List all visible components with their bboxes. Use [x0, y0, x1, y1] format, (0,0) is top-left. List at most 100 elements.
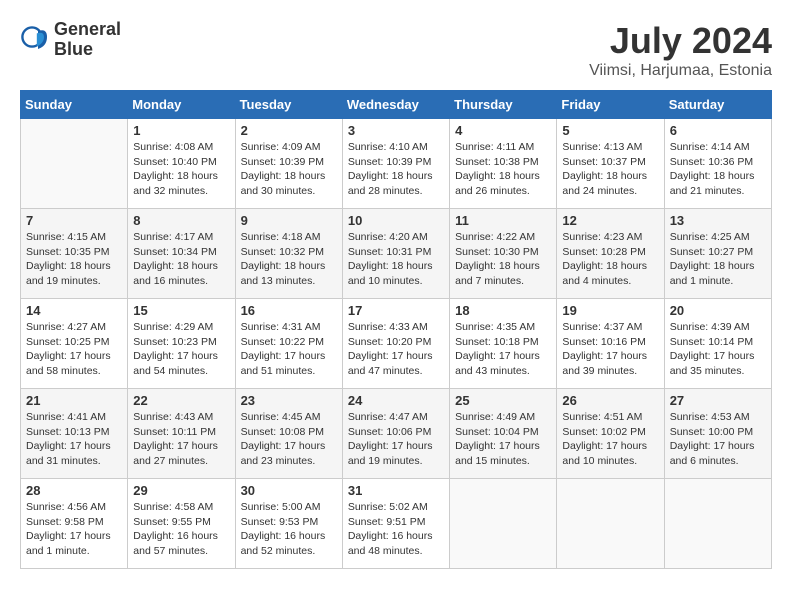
- weekday-header: Thursday: [450, 91, 557, 119]
- month-title: July 2024: [589, 20, 772, 62]
- day-number: 4: [455, 123, 551, 138]
- day-info: Sunrise: 4:11 AM Sunset: 10:38 PM Daylig…: [455, 140, 551, 199]
- calendar-cell: 24 Sunrise: 4:47 AM Sunset: 10:06 PM Dayl…: [342, 389, 449, 479]
- calendar-cell: 12 Sunrise: 4:23 AM Sunset: 10:28 PM Dayl…: [557, 209, 664, 299]
- calendar-cell: 7 Sunrise: 4:15 AM Sunset: 10:35 PM Dayli…: [21, 209, 128, 299]
- calendar-cell: 29 Sunrise: 4:58 AM Sunset: 9:55 PM Dayli…: [128, 479, 235, 569]
- calendar-cell: [557, 479, 664, 569]
- day-info: Sunrise: 5:00 AM Sunset: 9:53 PM Dayligh…: [241, 500, 337, 559]
- day-info: Sunrise: 4:15 AM Sunset: 10:35 PM Daylig…: [26, 230, 122, 289]
- calendar-cell: 15Sunrise: 4:29 AM Sunset: 10:23 PM Dayl…: [128, 299, 235, 389]
- day-number: 21: [26, 393, 122, 408]
- calendar-cell: 8 Sunrise: 4:17 AM Sunset: 10:34 PM Dayli…: [128, 209, 235, 299]
- day-info: Sunrise: 4:47 AM Sunset: 10:06 PM Daylig…: [348, 410, 444, 469]
- day-number: 23: [241, 393, 337, 408]
- calendar-cell: 14 Sunrise: 4:27 AM Sunset: 10:25 PM Dayl…: [21, 299, 128, 389]
- day-info: Sunrise: 4:18 AM Sunset: 10:32 PM Daylig…: [241, 230, 337, 289]
- calendar-cell: 28 Sunrise: 4:56 AM Sunset: 9:58 PM Dayli…: [21, 479, 128, 569]
- day-info: Sunrise: 4:13 AM Sunset: 10:37 PM Daylig…: [562, 140, 658, 199]
- day-number: 29: [133, 483, 229, 498]
- calendar-week-row: 21 Sunrise: 4:41 AM Sunset: 10:13 PM Dayl…: [21, 389, 772, 479]
- page-header: General Blue July 2024 Viimsi, Harjumaa,…: [20, 20, 772, 80]
- day-number: 14: [26, 303, 122, 318]
- day-number: 13: [670, 213, 766, 228]
- calendar-header-row: SundayMondayTuesdayWednesdayThursdayFrid…: [21, 91, 772, 119]
- day-number: 28: [26, 483, 122, 498]
- day-number: 7: [26, 213, 122, 228]
- day-number: 31: [348, 483, 444, 498]
- calendar-cell: [450, 479, 557, 569]
- day-info: Sunrise: 4:10 AM Sunset: 10:39 PM Daylig…: [348, 140, 444, 199]
- weekday-header: Sunday: [21, 91, 128, 119]
- calendar-week-row: 1 Sunrise: 4:08 AM Sunset: 10:40 PM Dayli…: [21, 119, 772, 209]
- calendar-cell: 30 Sunrise: 5:00 AM Sunset: 9:53 PM Dayli…: [235, 479, 342, 569]
- calendar-cell: [664, 479, 771, 569]
- day-number: 24: [348, 393, 444, 408]
- day-info: Sunrise: 4:25 AM Sunset: 10:27 PM Daylig…: [670, 230, 766, 289]
- day-number: 9: [241, 213, 337, 228]
- day-info: Sunrise: 4:56 AM Sunset: 9:58 PM Dayligh…: [26, 500, 122, 559]
- day-info: Sunrise: 4:53 AM Sunset: 10:00 PM Daylig…: [670, 410, 766, 469]
- day-number: 18: [455, 303, 551, 318]
- day-info: Sunrise: 4:23 AM Sunset: 10:28 PM Daylig…: [562, 230, 658, 289]
- calendar-cell: 4 Sunrise: 4:11 AM Sunset: 10:38 PM Dayli…: [450, 119, 557, 209]
- calendar-cell: 3Sunrise: 4:10 AM Sunset: 10:39 PM Dayli…: [342, 119, 449, 209]
- day-number: 20: [670, 303, 766, 318]
- weekday-header: Tuesday: [235, 91, 342, 119]
- day-info: Sunrise: 4:09 AM Sunset: 10:39 PM Daylig…: [241, 140, 337, 199]
- calendar-cell: 6 Sunrise: 4:14 AM Sunset: 10:36 PM Dayli…: [664, 119, 771, 209]
- calendar-cell: 23 Sunrise: 4:45 AM Sunset: 10:08 PM Dayl…: [235, 389, 342, 479]
- day-info: Sunrise: 4:41 AM Sunset: 10:13 PM Daylig…: [26, 410, 122, 469]
- day-info: Sunrise: 4:08 AM Sunset: 10:40 PM Daylig…: [133, 140, 229, 199]
- calendar-week-row: 14 Sunrise: 4:27 AM Sunset: 10:25 PM Dayl…: [21, 299, 772, 389]
- day-info: Sunrise: 4:33 AM Sunset: 10:20 PM Daylig…: [348, 320, 444, 379]
- calendar-cell: 1 Sunrise: 4:08 AM Sunset: 10:40 PM Dayli…: [128, 119, 235, 209]
- calendar-cell: 9 Sunrise: 4:18 AM Sunset: 10:32 PM Dayli…: [235, 209, 342, 299]
- day-info: Sunrise: 4:31 AM Sunset: 10:22 PM Daylig…: [241, 320, 337, 379]
- calendar-cell: 25Sunrise: 4:49 AM Sunset: 10:04 PM Dayl…: [450, 389, 557, 479]
- calendar-cell: 5Sunrise: 4:13 AM Sunset: 10:37 PM Dayli…: [557, 119, 664, 209]
- day-number: 17: [348, 303, 444, 318]
- day-info: Sunrise: 4:43 AM Sunset: 10:11 PM Daylig…: [133, 410, 229, 469]
- day-number: 2: [241, 123, 337, 138]
- logo-icon: [20, 25, 50, 55]
- day-info: Sunrise: 4:45 AM Sunset: 10:08 PM Daylig…: [241, 410, 337, 469]
- day-info: Sunrise: 4:58 AM Sunset: 9:55 PM Dayligh…: [133, 500, 229, 559]
- calendar-cell: 19Sunrise: 4:37 AM Sunset: 10:16 PM Dayl…: [557, 299, 664, 389]
- calendar-cell: 31 Sunrise: 5:02 AM Sunset: 9:51 PM Dayli…: [342, 479, 449, 569]
- calendar-cell: 2 Sunrise: 4:09 AM Sunset: 10:39 PM Dayli…: [235, 119, 342, 209]
- day-number: 30: [241, 483, 337, 498]
- weekday-header: Wednesday: [342, 91, 449, 119]
- day-info: Sunrise: 4:39 AM Sunset: 10:14 PM Daylig…: [670, 320, 766, 379]
- day-info: Sunrise: 5:02 AM Sunset: 9:51 PM Dayligh…: [348, 500, 444, 559]
- day-info: Sunrise: 4:14 AM Sunset: 10:36 PM Daylig…: [670, 140, 766, 199]
- calendar-cell: 22 Sunrise: 4:43 AM Sunset: 10:11 PM Dayl…: [128, 389, 235, 479]
- calendar-week-row: 7 Sunrise: 4:15 AM Sunset: 10:35 PM Dayli…: [21, 209, 772, 299]
- calendar-cell: [21, 119, 128, 209]
- day-number: 10: [348, 213, 444, 228]
- day-info: Sunrise: 4:17 AM Sunset: 10:34 PM Daylig…: [133, 230, 229, 289]
- day-info: Sunrise: 4:35 AM Sunset: 10:18 PM Daylig…: [455, 320, 551, 379]
- calendar-cell: 13 Sunrise: 4:25 AM Sunset: 10:27 PM Dayl…: [664, 209, 771, 299]
- location-subtitle: Viimsi, Harjumaa, Estonia: [589, 62, 772, 80]
- day-number: 27: [670, 393, 766, 408]
- day-number: 12: [562, 213, 658, 228]
- weekday-header: Monday: [128, 91, 235, 119]
- day-info: Sunrise: 4:37 AM Sunset: 10:16 PM Daylig…: [562, 320, 658, 379]
- day-info: Sunrise: 4:22 AM Sunset: 10:30 PM Daylig…: [455, 230, 551, 289]
- weekday-header: Friday: [557, 91, 664, 119]
- day-number: 6: [670, 123, 766, 138]
- calendar-cell: 27 Sunrise: 4:53 AM Sunset: 10:00 PM Dayl…: [664, 389, 771, 479]
- day-number: 1: [133, 123, 229, 138]
- day-number: 22: [133, 393, 229, 408]
- day-info: Sunrise: 4:20 AM Sunset: 10:31 PM Daylig…: [348, 230, 444, 289]
- calendar-cell: 16 Sunrise: 4:31 AM Sunset: 10:22 PM Dayl…: [235, 299, 342, 389]
- day-number: 16: [241, 303, 337, 318]
- calendar-cell: 18 Sunrise: 4:35 AM Sunset: 10:18 PM Dayl…: [450, 299, 557, 389]
- calendar-cell: 11Sunrise: 4:22 AM Sunset: 10:30 PM Dayl…: [450, 209, 557, 299]
- weekday-header: Saturday: [664, 91, 771, 119]
- day-info: Sunrise: 4:27 AM Sunset: 10:25 PM Daylig…: [26, 320, 122, 379]
- calendar-cell: 21 Sunrise: 4:41 AM Sunset: 10:13 PM Dayl…: [21, 389, 128, 479]
- day-number: 8: [133, 213, 229, 228]
- logo: General Blue: [20, 20, 121, 60]
